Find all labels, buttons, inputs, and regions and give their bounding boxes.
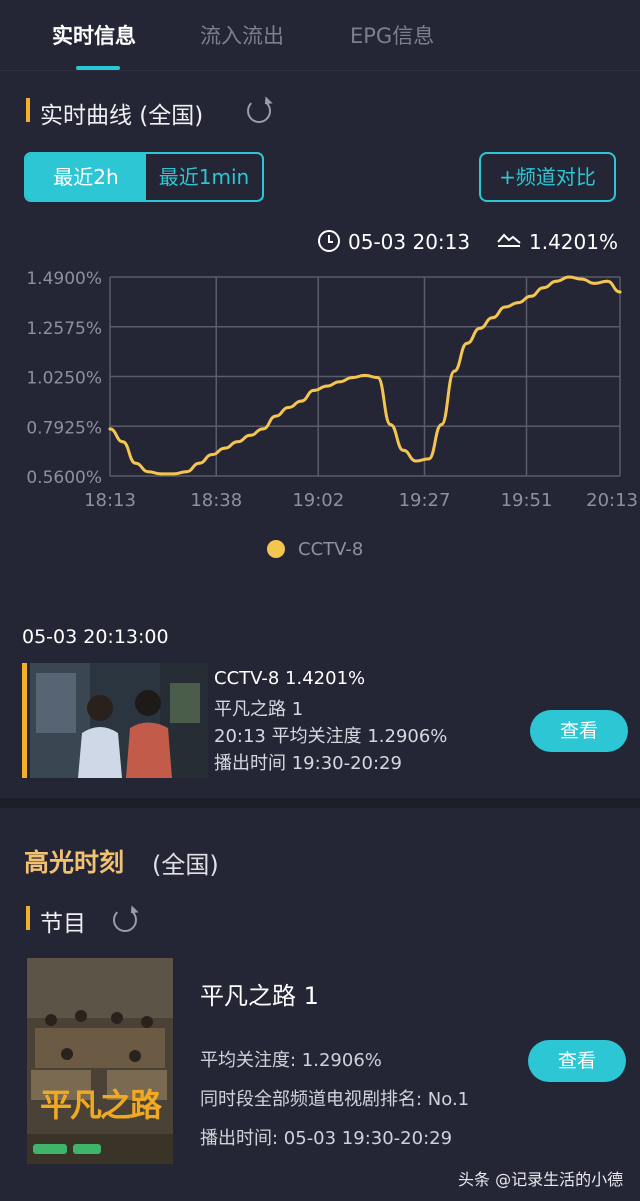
watermark: 头条 @记录生活的小德 <box>458 1170 624 1189</box>
range-2h-button[interactable]: 最近2h <box>26 154 146 200</box>
data-point <box>121 440 125 444</box>
tab-realtime[interactable]: 实时信息 <box>52 20 136 50</box>
data-point <box>274 414 278 418</box>
data-point <box>478 326 482 330</box>
data-point <box>325 384 329 388</box>
section-marker <box>26 906 30 930</box>
y-tick-label: 0.7925% <box>26 418 102 438</box>
data-point <box>350 376 354 380</box>
x-tick-label: 19:27 <box>399 490 451 511</box>
highlights-scope: (全国) <box>152 851 219 879</box>
data-point <box>210 453 214 457</box>
y-tick-label: 0.5600% <box>26 468 102 488</box>
legend-marker-cctv8 <box>267 540 285 558</box>
program-section-title: 节目 <box>40 911 86 937</box>
channel-rating: CCTV-8 1.4201% <box>214 668 366 689</box>
data-point <box>287 406 290 410</box>
avg-attention: 20:13 平均关注度 1.2906% <box>214 726 448 747</box>
clock-icon <box>318 230 340 252</box>
data-point <box>312 388 316 392</box>
data-point <box>248 433 252 437</box>
data-point <box>146 470 150 474</box>
time-readout: 05-03 20:13 <box>348 230 471 254</box>
data-point <box>427 457 431 461</box>
channel-compare-button[interactable]: +频道对比 <box>479 152 616 202</box>
trend-icon <box>497 233 521 247</box>
data-point <box>197 461 201 465</box>
data-point <box>159 472 163 476</box>
data-point <box>618 290 622 294</box>
range-toggle: 最近2h 最近1min <box>24 152 264 202</box>
data-point <box>363 373 367 377</box>
data-point <box>542 286 545 290</box>
data-point <box>414 459 418 463</box>
x-tick-label: 18:13 <box>84 490 136 511</box>
refresh-icon[interactable] <box>113 908 137 932</box>
x-tick-label: 19:02 <box>292 490 344 511</box>
data-point <box>567 275 571 279</box>
y-tick-label: 1.0250% <box>26 369 102 389</box>
x-tick-label: 20:13 <box>586 490 638 511</box>
data-point <box>236 440 239 444</box>
data-point <box>465 341 469 345</box>
data-point <box>452 369 456 373</box>
y-tick-label: 1.4900% <box>26 269 102 289</box>
y-tick-label: 1.2575% <box>26 319 102 339</box>
data-point <box>503 305 507 309</box>
data-point <box>223 446 227 450</box>
program-poster[interactable]: 平凡之路 <box>27 958 173 1164</box>
data-point <box>593 281 596 285</box>
highlight-avg-attention: 平均关注度: 1.2906% <box>200 1050 382 1071</box>
highlight-view-button[interactable]: 查看 <box>528 1040 626 1082</box>
tab-inflow-outflow[interactable]: 流入流出 <box>200 20 284 50</box>
data-point <box>401 448 405 452</box>
card-accent-bar <box>22 663 27 778</box>
value-readout: 1.4201% <box>529 230 618 254</box>
highlight-ranking: 同时段全部频道电视剧排名: No.1 <box>200 1089 470 1110</box>
data-point <box>134 461 137 465</box>
data-point <box>338 380 341 384</box>
data-point <box>580 277 584 281</box>
poster-title-text: 平凡之路 <box>39 1086 162 1124</box>
tab-epg[interactable]: EPG信息 <box>350 20 434 50</box>
data-point <box>389 423 392 427</box>
section-marker <box>26 98 30 122</box>
air-time: 播出时间 19:30-20:29 <box>214 753 402 774</box>
x-tick-label: 18:38 <box>190 490 242 511</box>
data-point <box>529 294 533 298</box>
data-point <box>108 427 112 431</box>
active-tab-indicator <box>76 66 120 70</box>
data-point <box>440 423 443 427</box>
data-point <box>185 470 188 474</box>
section-divider <box>0 798 640 808</box>
program-name: 平凡之路 1 <box>214 699 304 720</box>
data-point <box>605 279 609 283</box>
data-point <box>299 399 303 403</box>
snapshot-timestamp: 05-03 20:13:00 <box>22 626 169 648</box>
data-point <box>172 472 176 476</box>
legend-label: CCTV-8 <box>298 539 364 560</box>
realtime-curve-title: 实时曲线 (全国) <box>40 103 204 129</box>
highlight-program-name: 平凡之路 1 <box>200 982 319 1010</box>
data-point <box>554 279 558 283</box>
data-point <box>516 301 520 305</box>
realtime-line-chart[interactable]: 1.4900% 1.2575% 1.0250% 0.7925% 0.5600% 18:1… <box>0 260 640 520</box>
data-point <box>491 316 494 320</box>
view-button[interactable]: 查看 <box>530 710 628 752</box>
data-point <box>376 376 380 380</box>
refresh-icon[interactable] <box>247 99 271 123</box>
x-tick-label: 19:51 <box>501 490 553 511</box>
program-thumbnail[interactable] <box>30 663 208 778</box>
data-point <box>261 427 265 431</box>
highlight-airtime: 播出时间: 05-03 19:30-20:29 <box>200 1128 453 1149</box>
top-tab-bar: 实时信息 流入流出 EPG信息 <box>0 0 640 71</box>
range-1min-button[interactable]: 最近1min <box>146 154 262 200</box>
highlights-title: 高光时刻 <box>24 848 125 877</box>
